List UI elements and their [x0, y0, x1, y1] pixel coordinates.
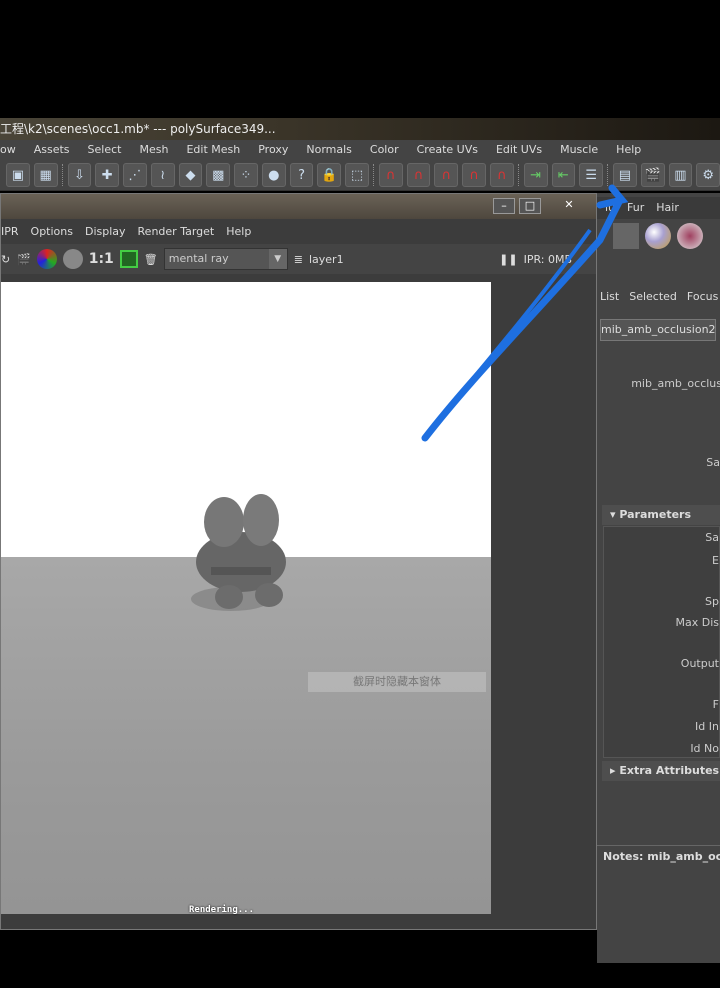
render-status: Rendering...: [189, 905, 255, 915]
arrow-stroke: [428, 228, 592, 432]
annotation-arrow: [421, 184, 629, 442]
